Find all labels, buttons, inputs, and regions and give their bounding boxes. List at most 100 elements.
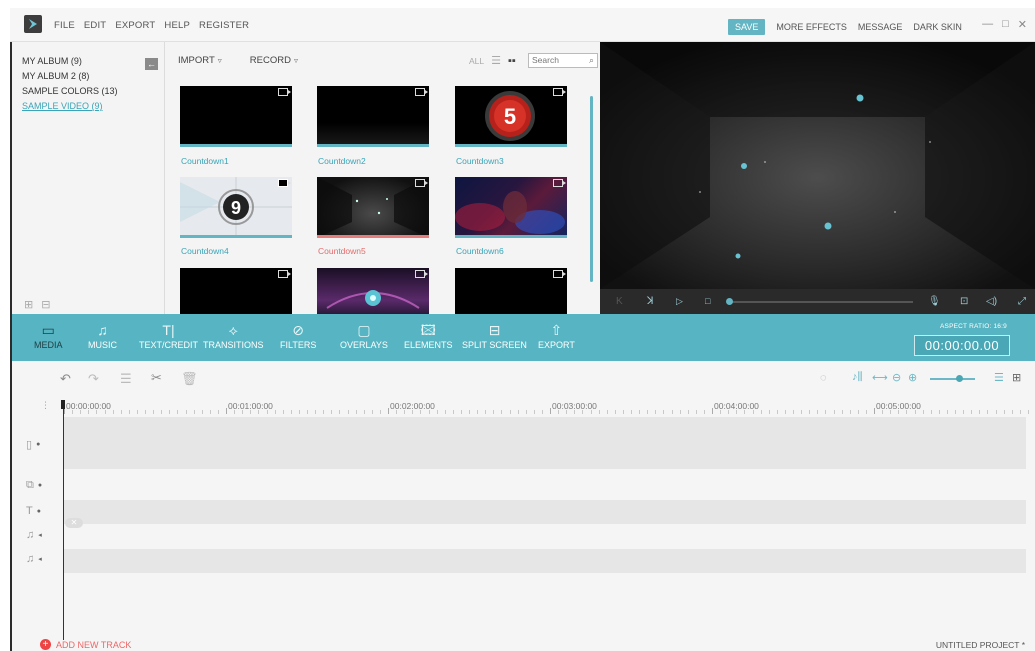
tool-elements[interactable]: 🖾 ELEMENTS: [404, 320, 453, 350]
album-item[interactable]: SAMPLE COLORS (13): [22, 86, 118, 96]
ruler-tick: [363, 410, 365, 414]
dark-skin-link[interactable]: DARK SKIN: [913, 22, 962, 32]
video-clip-icon: [553, 88, 566, 96]
album-item[interactable]: MY ALBUM (9): [22, 56, 82, 66]
record-dropdown[interactable]: RECORD ▿: [250, 55, 298, 66]
save-button[interactable]: SAVE: [728, 19, 766, 35]
media-thumbnail-selected[interactable]: [317, 177, 429, 238]
audio-mixer-icon[interactable]: ♪⫼: [852, 371, 863, 384]
zoom-out-icon[interactable]: ⊖: [892, 371, 901, 384]
media-thumbnail[interactable]: [455, 268, 567, 314]
speaker-icon[interactable]: ◂: [38, 531, 42, 539]
search-input[interactable]: Search ⌕: [528, 53, 598, 68]
text-track-header: T ●: [26, 505, 41, 517]
maximize-icon[interactable]: □: [1002, 18, 1009, 31]
ruler-tick: [558, 410, 560, 414]
playback-slider[interactable]: [726, 298, 913, 305]
tool-filters[interactable]: ⊘ FILTERS: [280, 320, 316, 350]
trash-icon[interactable]: 🗑: [181, 371, 198, 387]
grid-view-icon[interactable]: ⊞: [1012, 371, 1021, 384]
playhead[interactable]: [61, 400, 65, 640]
stop-icon[interactable]: □: [705, 296, 710, 306]
menu-register[interactable]: REGISTER: [199, 20, 249, 31]
tool-transitions[interactable]: ⟡ TRANSITIONS: [203, 320, 264, 350]
media-thumbnail[interactable]: [455, 177, 567, 238]
media-thumbnail[interactable]: 5: [455, 86, 567, 147]
speaker-icon[interactable]: ◂: [38, 555, 42, 563]
add-new-track-button[interactable]: + ADD NEW TRACK: [40, 639, 131, 650]
tool-overlays[interactable]: ▢ OVERLAYS: [340, 320, 388, 350]
video-track-icon: ▯: [26, 439, 33, 451]
undo-icon[interactable]: ↶: [60, 371, 71, 387]
delete-folder-icon[interactable]: ⊟: [41, 298, 50, 311]
media-thumbnail[interactable]: [180, 268, 292, 314]
menu-help[interactable]: HELP: [164, 20, 190, 31]
menu-export[interactable]: EXPORT: [115, 20, 155, 31]
ruler-tick: [209, 410, 211, 414]
ruler-tick: [898, 410, 900, 414]
list-view-icon[interactable]: ☰: [491, 54, 501, 67]
snapshot-camera-icon[interactable]: ⊡: [960, 296, 968, 307]
remove-track-icon[interactable]: ✕: [65, 518, 83, 528]
library-scrollbar[interactable]: [590, 96, 593, 282]
tool-export[interactable]: ⇧ EXPORT: [538, 320, 575, 350]
message-link[interactable]: MESSAGE: [858, 22, 903, 32]
import-dropdown[interactable]: IMPORT ▿: [178, 55, 222, 66]
menu-edit[interactable]: EDIT: [84, 20, 106, 31]
ruler-tick: [622, 410, 624, 414]
volume-icon[interactable]: ◁): [986, 296, 997, 307]
adjust-icon[interactable]: ☰: [120, 371, 132, 387]
text-track[interactable]: [64, 500, 1026, 524]
tool-text-credit[interactable]: T| TEXT/CREDIT: [139, 320, 198, 350]
eye-icon[interactable]: ●: [38, 482, 42, 489]
ruler-tick: [955, 410, 956, 414]
media-thumbnail[interactable]: [317, 268, 429, 314]
ruler-tick: [728, 410, 730, 414]
speed-icon[interactable]: ◌: [820, 372, 827, 384]
album-item-active[interactable]: SAMPLE VIDEO (9): [22, 101, 103, 111]
list-view-icon[interactable]: ☰: [994, 371, 1004, 384]
media-thumbnail[interactable]: 9: [180, 177, 292, 238]
new-folder-icon[interactable]: ⊞: [24, 298, 33, 311]
snap-icon[interactable]: ⋮: [41, 400, 50, 411]
filter-all[interactable]: ALL: [469, 56, 484, 66]
ruler-tick: [582, 410, 584, 414]
media-thumbnail[interactable]: [317, 86, 429, 147]
thumbnail-label: Countdown5: [318, 246, 366, 256]
redo-icon[interactable]: ↷: [88, 371, 99, 387]
video-track[interactable]: [64, 417, 1026, 469]
grid-view-icon[interactable]: ▪▪: [508, 55, 516, 67]
more-effects-link[interactable]: MORE EFFECTS: [776, 22, 847, 32]
close-icon[interactable]: ✕: [1018, 18, 1027, 31]
ruler-tick: [857, 410, 859, 414]
skip-start-icon[interactable]: K: [616, 296, 623, 307]
zoom-in-icon[interactable]: ⊕: [908, 371, 917, 384]
tool-split-screen[interactable]: ⊟ SPLIT SCREEN: [462, 320, 527, 350]
menu-file[interactable]: FILE: [54, 20, 75, 31]
cut-icon[interactable]: ✂: [151, 370, 162, 386]
ruler-tick: [290, 410, 292, 414]
eye-icon[interactable]: ●: [37, 508, 41, 515]
eye-icon[interactable]: ●: [36, 441, 40, 448]
music-track-2[interactable]: [64, 549, 1026, 573]
ruler-tick: [971, 410, 973, 414]
zoom-slider[interactable]: [930, 375, 975, 382]
previous-frame-icon[interactable]: ꓘ: [647, 296, 654, 307]
fullscreen-icon[interactable]: ⤢: [1018, 296, 1026, 307]
tool-media[interactable]: ▭ MEDIA: [34, 320, 63, 350]
transitions-icon: ⟡: [228, 322, 238, 338]
media-thumbnail[interactable]: [180, 86, 292, 147]
play-icon[interactable]: ▷: [676, 296, 683, 307]
ruler-tick: [88, 410, 90, 414]
album-item[interactable]: MY ALBUM 2 (8): [22, 71, 89, 81]
minimize-icon[interactable]: —: [982, 18, 993, 31]
project-name: UNTITLED PROJECT *: [935, 640, 1025, 650]
zoom-slider-knob[interactable]: [956, 375, 963, 382]
microphone-icon[interactable]: 🎙: [928, 296, 941, 307]
countdown-nine-art: 9: [180, 177, 292, 238]
collapse-panel-icon[interactable]: ←: [145, 58, 158, 70]
playback-knob[interactable]: [726, 298, 733, 305]
tool-music[interactable]: ♫ MUSIC: [88, 320, 117, 350]
title-bar: FILE EDIT EXPORT HELP REGISTER SAVE MORE…: [10, 8, 1035, 42]
fit-icon[interactable]: ⟷: [872, 371, 888, 384]
